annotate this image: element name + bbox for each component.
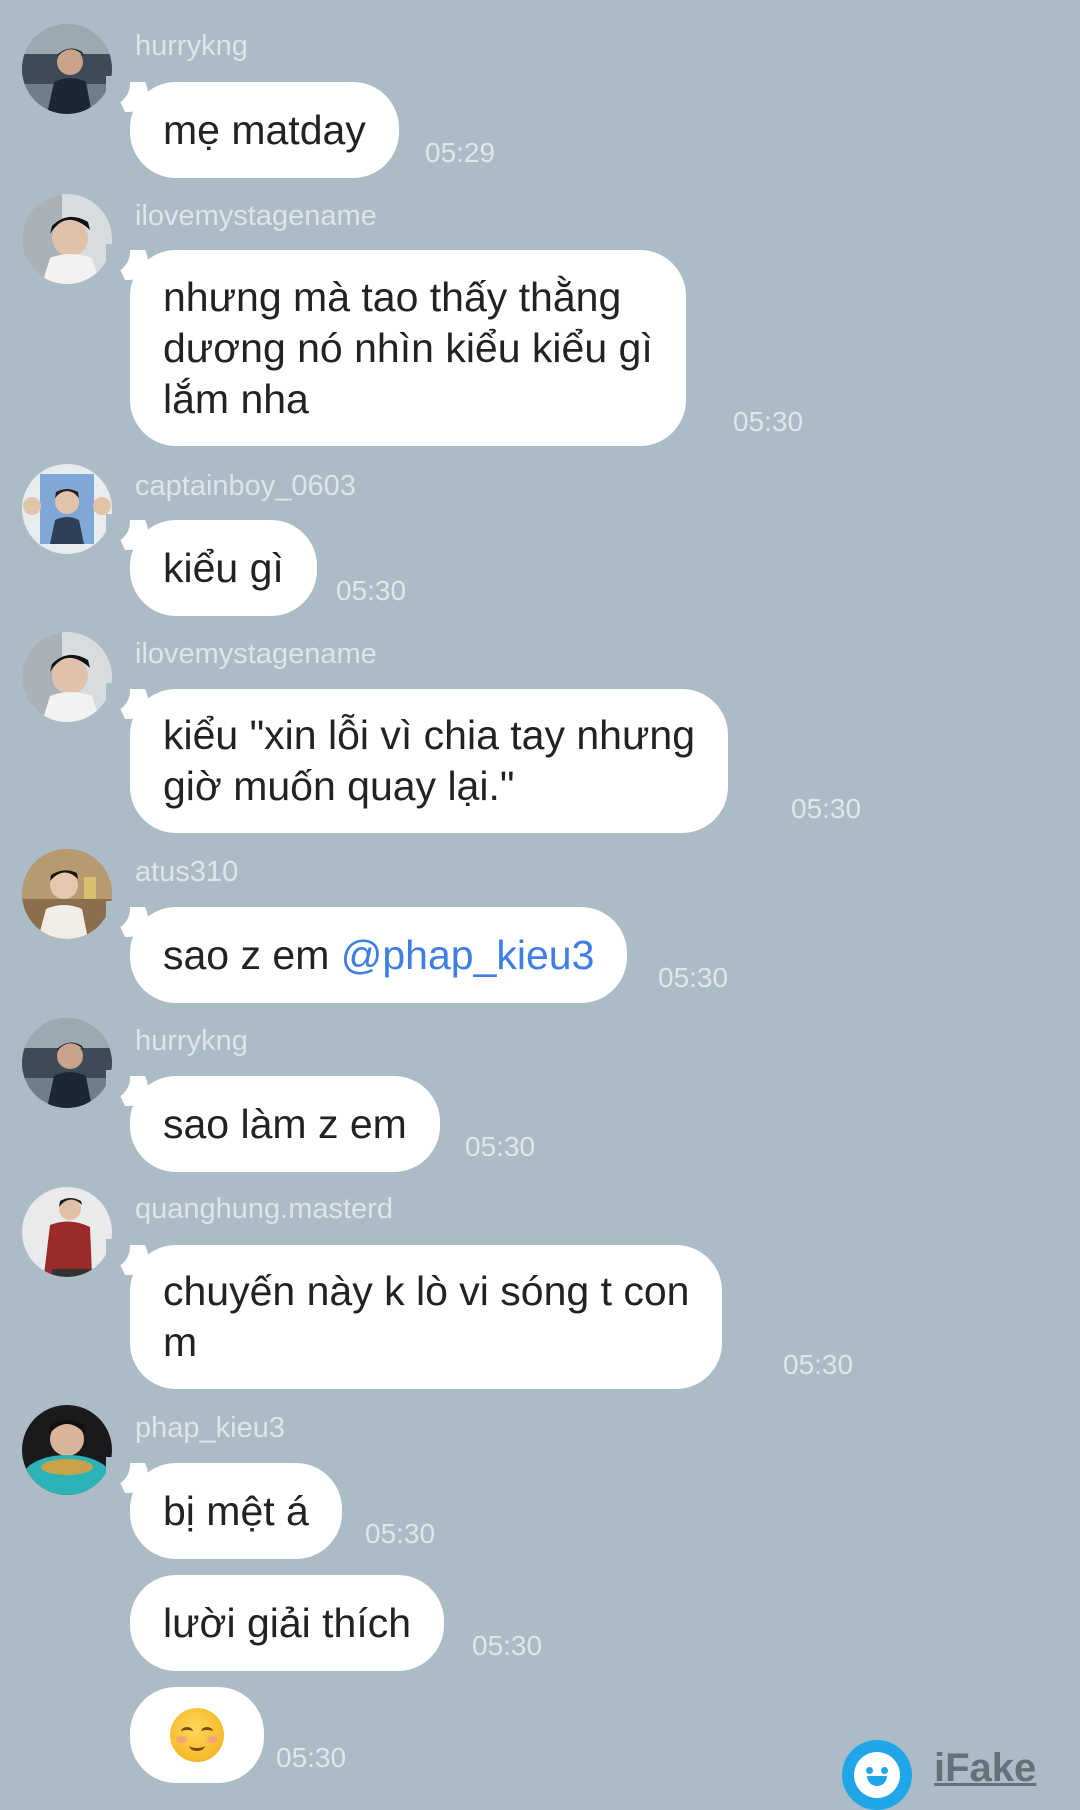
message-time: 05:30 — [365, 1518, 436, 1549]
message-text-line: lắm nha — [163, 375, 309, 422]
watermark-label: iFake — [934, 1746, 1037, 1790]
message-text-line: kiểu "xin lỗi vì chia tay nhưng — [163, 712, 695, 758]
message-text-line: dương nó nhìn kiểu kiểu gì — [163, 324, 653, 371]
message-text: kiểu gì — [163, 544, 284, 591]
chat-thread: hurrykng mẹ matday 05:29 ilovemystagenam… — [0, 0, 1080, 1800]
message-bubble[interactable]: kiểu "xin lỗi vì chia tay nhưng giờ muốn… — [106, 683, 728, 833]
message-time: 05:30 — [658, 962, 729, 993]
mention-link[interactable]: @phap_kieu3 — [341, 932, 595, 978]
message-text: bị mệt á — [163, 1487, 309, 1534]
message-time: 05:30 — [276, 1742, 347, 1773]
avatar-ilovemystagename[interactable] — [22, 632, 112, 722]
message-bubble[interactable]: chuyến này k lò vi sóng t con m — [105, 1239, 723, 1389]
message-text: mẹ matday — [163, 106, 366, 153]
message-time: 05:30 — [336, 575, 407, 606]
ifake-watermark: iFake — [842, 1740, 1072, 1810]
message-text-line: nhưng mà tao thấy thằng — [163, 273, 622, 320]
message-text-line: m — [163, 1319, 198, 1365]
message-bubble[interactable]: nhưng mà tao thấy thằng dương nó nhìn ki… — [106, 244, 686, 446]
message-bubble[interactable]: sao z em @phap_kieu3 — [105, 901, 628, 1003]
message-time: 05:30 — [791, 793, 862, 824]
message-bubble[interactable]: kiểu gì — [106, 514, 317, 616]
sender-name: atus310 — [135, 856, 239, 888]
message-text: sao làm z em — [163, 1100, 407, 1147]
message-bubble[interactable]: bị mệt á — [106, 1457, 342, 1559]
avatar-quanghung[interactable] — [22, 1187, 112, 1277]
avatar-phapkieu[interactable] — [22, 1405, 112, 1495]
message-text-line: giờ muốn quay lại." — [163, 763, 515, 809]
avatar-captainboy[interactable] — [22, 464, 112, 554]
message-text-plain: sao z em — [163, 931, 341, 978]
message-time: 05:30 — [465, 1131, 536, 1162]
avatar-hurrykng[interactable] — [22, 24, 112, 114]
message-time: 05:30 — [783, 1349, 854, 1380]
message-text: sao z em @phap_kieu3 — [163, 930, 594, 981]
message-bubble[interactable]: lười giải thích — [130, 1575, 445, 1671]
message-text: lười giải thích — [163, 1599, 412, 1646]
avatar-atus310[interactable] — [22, 849, 112, 939]
sender-name: hurrykng — [135, 30, 248, 62]
message-bubble[interactable]: mẹ matday — [106, 76, 399, 178]
sender-name: quanghung.masterd — [135, 1193, 393, 1225]
message-time: 05:29 — [425, 137, 496, 168]
message-time: 05:30 — [733, 406, 804, 437]
sender-name: captainboy_0603 — [135, 470, 356, 502]
smiling-face-with-blush-emoji — [170, 1708, 224, 1762]
message-text-line: chuyến này k lò vi sóng t con — [163, 1268, 690, 1314]
avatar-ilovemystagename[interactable] — [22, 194, 112, 284]
message-bubble[interactable] — [130, 1687, 264, 1783]
sender-name: ilovemystagename — [135, 200, 377, 232]
sender-name: ilovemystagename — [135, 638, 377, 670]
message-bubble[interactable]: sao làm z em — [106, 1070, 440, 1172]
sender-name: hurrykng — [135, 1025, 248, 1057]
avatar-hurrykng[interactable] — [22, 1018, 112, 1108]
message-time: 05:30 — [472, 1630, 543, 1661]
sender-name: phap_kieu3 — [135, 1412, 285, 1444]
